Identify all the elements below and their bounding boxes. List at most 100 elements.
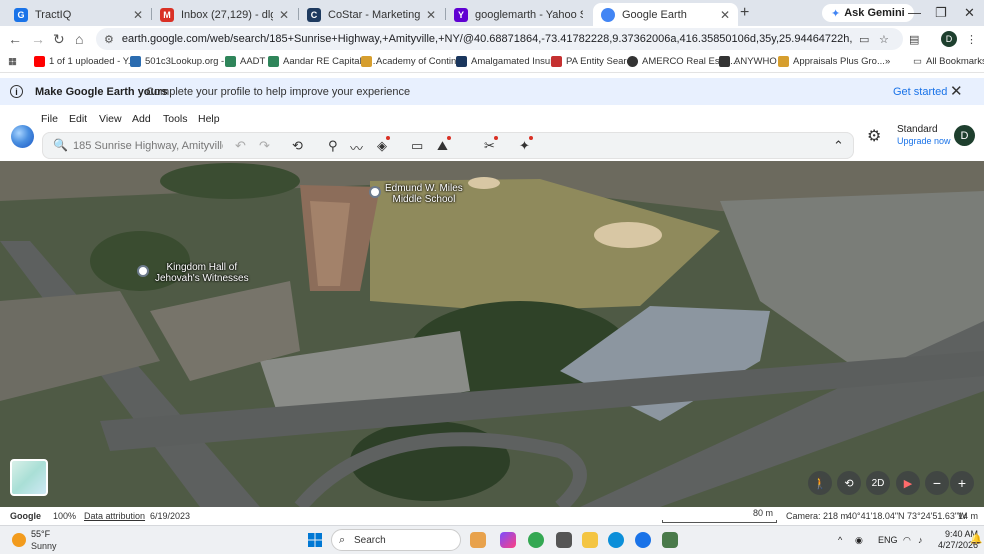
measure-icon[interactable]: ▭ <box>411 138 423 154</box>
address-bar[interactable]: ⚙ earth.google.com/web/search/185+Sunris… <box>96 28 903 50</box>
tab-strip: G TractIQ ✕ M Inbox (27,129) - dlgutterm… <box>0 0 984 26</box>
close-tab-icon[interactable]: ✕ <box>426 8 436 22</box>
bookmark-academy[interactable]: Academy of Contin... <box>361 56 464 67</box>
install-app-icon[interactable]: ▭ <box>859 33 869 46</box>
path-icon[interactable]: 〰 <box>350 138 363 157</box>
menu-help[interactable]: Help <box>198 113 220 125</box>
tab-title: googlemarth - Yahoo Search Re... <box>475 8 583 21</box>
all-bookmarks-button[interactable]: ▭ All Bookmarks <box>913 56 984 67</box>
placemark-icon[interactable]: ⚲ <box>328 138 338 154</box>
menu-add[interactable]: Add <box>132 113 151 125</box>
network-status-icon[interactable]: ◉ <box>855 535 863 546</box>
language-indicator[interactable]: ENG <box>878 535 898 545</box>
close-tab-icon[interactable]: ✕ <box>279 8 289 22</box>
reset-tilt-icon[interactable]: ⟲ <box>837 471 861 495</box>
tab-tractiq[interactable]: G TractIQ ✕ <box>6 3 151 26</box>
bookmark-501c3[interactable]: 501c3Lookup.org -... <box>130 56 232 67</box>
wifi-icon[interactable]: ◠ <box>903 535 911 546</box>
bookmark-amalgamated[interactable]: Amalgamated Insur... <box>456 56 561 67</box>
close-tab-icon[interactable]: ✕ <box>133 8 143 22</box>
bookmark-aadt[interactable]: AADT <box>225 56 265 67</box>
street-view-pegman-icon[interactable]: 🚶 <box>808 471 832 495</box>
bookmark-pa-entity[interactable]: PA Entity Search <box>551 56 637 67</box>
close-tab-icon[interactable]: ✕ <box>720 8 730 22</box>
forward-button[interactable]: → <box>31 31 45 47</box>
elevation-icon[interactable]: ⛰ <box>437 136 451 154</box>
profile-avatar[interactable]: D <box>954 125 975 146</box>
history-icon[interactable]: ⟲ <box>292 138 303 154</box>
upgrade-link[interactable]: Upgrade now <box>897 136 951 146</box>
volume-icon[interactable]: ♪ <box>918 535 923 545</box>
chrome-icon[interactable] <box>528 532 544 548</box>
edge-icon[interactable] <box>608 532 624 548</box>
ask-gemini-button[interactable]: ✦ Ask Gemini <box>822 4 914 22</box>
layers-icon[interactable]: ◈ <box>377 136 390 154</box>
file-explorer-icon[interactable] <box>582 532 598 548</box>
school-label[interactable]: Edmund W. Miles Middle School <box>385 183 463 205</box>
sun-icon[interactable] <box>12 533 26 547</box>
tray-chevron[interactable]: ^ <box>838 535 842 545</box>
chrome-profile-avatar[interactable]: D <box>941 31 957 47</box>
get-started-link[interactable]: Get started <box>893 86 947 98</box>
tools-icon[interactable]: ✂ <box>484 136 498 154</box>
tab-gmail[interactable]: M Inbox (27,129) - dlgutterman@... ✕ <box>152 3 297 26</box>
undo-icon[interactable]: ↶ <box>235 138 246 154</box>
close-banner-icon[interactable]: ✕ <box>950 82 963 100</box>
sparkle-icon[interactable]: ✦ <box>519 136 533 154</box>
minimap[interactable] <box>10 459 48 496</box>
zoom-out-button[interactable]: − <box>925 471 949 495</box>
new-tab-button[interactable]: + <box>740 4 749 22</box>
menu-edit[interactable]: Edit <box>69 113 87 125</box>
close-window-button[interactable]: ✕ <box>964 5 975 21</box>
menu-file[interactable]: File <box>41 113 58 125</box>
chrome-menu-icon[interactable]: ⋮ <box>966 33 977 46</box>
taskbar-search[interactable]: ⌕ Search <box>331 529 461 551</box>
back-button[interactable]: ← <box>8 31 22 47</box>
tab-google-earth[interactable]: Google Earth ✕ <box>593 3 738 26</box>
bookmark-star-icon[interactable]: ☆ <box>879 33 889 46</box>
google-earth-logo[interactable] <box>11 125 34 148</box>
hall-place-pin[interactable] <box>137 265 149 277</box>
restore-button[interactable]: ❐ <box>935 5 947 21</box>
url-text[interactable]: earth.google.com/web/search/185+Sunrise+… <box>122 33 852 45</box>
site-info-icon[interactable]: ⚙ <box>104 33 114 46</box>
apps-icon[interactable]: ▦ <box>8 56 17 67</box>
windows-start-icon[interactable] <box>308 533 322 547</box>
earth-3d-view[interactable]: Edmund W. Miles Middle School Kingdom Hal… <box>0 161 984 507</box>
google-logo: Google <box>10 511 41 521</box>
bookmark-anywho[interactable]: ANYWHO <box>719 56 777 67</box>
home-button[interactable]: ⌂ <box>75 31 83 47</box>
bookmark-youtube[interactable]: 1 of 1 uploaded - Y... <box>34 56 136 67</box>
hall-label[interactable]: Kingdom Hall of Jehovah's Witnesses <box>155 262 249 284</box>
school-place-pin[interactable] <box>369 186 381 198</box>
tab-yahoo[interactable]: Y googlemarth - Yahoo Search Re... <box>446 3 591 26</box>
search-icon[interactable]: 🔍 <box>53 138 68 152</box>
redo-icon[interactable]: ↷ <box>259 138 270 154</box>
side-panel-icon[interactable]: ▤ <box>909 33 919 46</box>
bookmark-appraisals[interactable]: Appraisals Plus Gro... <box>778 56 885 67</box>
weather-condition[interactable]: Sunny <box>31 541 57 551</box>
widgets-icon[interactable] <box>470 532 486 548</box>
zoom-level: 100% <box>53 511 77 521</box>
minimize-button[interactable]: — <box>908 5 921 20</box>
notepad-icon[interactable] <box>662 532 678 548</box>
task-view-icon[interactable] <box>556 532 572 548</box>
data-attribution-link[interactable]: Data attribution <box>84 511 145 521</box>
tab-title: Google Earth <box>622 8 687 21</box>
notifications-icon[interactable]: 🔔 <box>970 534 982 545</box>
collapse-toolbar-icon[interactable]: ⌃ <box>833 138 844 154</box>
tab-costar[interactable]: C CoStar - Marketing Center ✕ <box>299 3 444 26</box>
toggle-2d-button[interactable]: 2D <box>866 471 890 495</box>
compass-icon[interactable]: ▶ <box>896 471 920 495</box>
bookmarks-more-button[interactable]: » <box>885 56 890 67</box>
menu-tools[interactable]: Tools <box>163 113 188 125</box>
copilot-icon[interactable] <box>500 532 516 548</box>
app-icon[interactable] <box>635 532 651 548</box>
search-input[interactable] <box>73 136 223 155</box>
windows-taskbar: 55°F Sunny ⌕ Search ^ ◉ ENG ◠ ♪ 9:40 AM … <box>0 525 984 554</box>
menu-view[interactable]: View <box>99 113 122 125</box>
reload-button[interactable]: ↻ <box>53 31 65 48</box>
zoom-in-button[interactable]: + <box>950 471 974 495</box>
weather-temp[interactable]: 55°F <box>31 529 50 539</box>
settings-gear-icon[interactable]: ⚙ <box>867 126 881 146</box>
